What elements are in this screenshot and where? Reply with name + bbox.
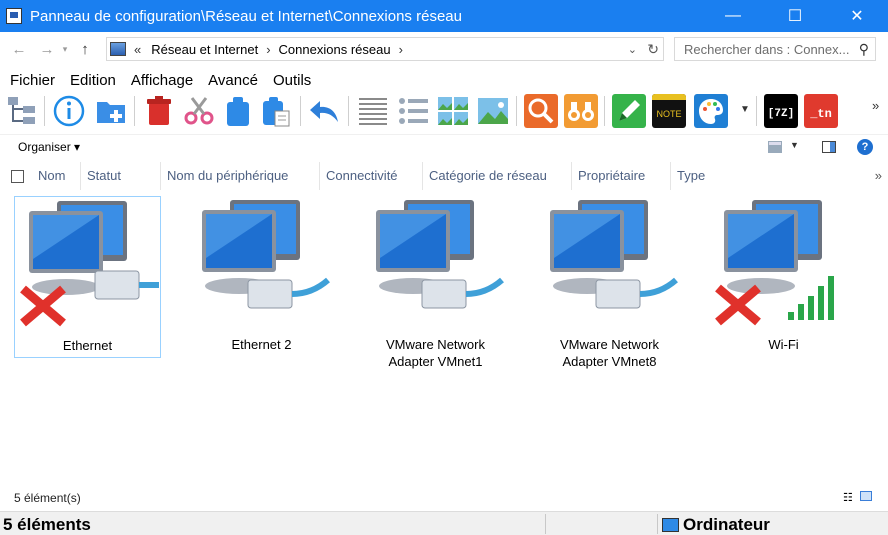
status-item-count: 5 éléments xyxy=(3,515,91,534)
terminal-icon[interactable]: _tn xyxy=(804,94,838,128)
help-icon[interactable]: ? xyxy=(857,139,873,155)
maximize-button[interactable]: ☐ xyxy=(764,0,826,32)
copy-icon[interactable] xyxy=(222,94,256,128)
menu-fichier[interactable]: Fichier xyxy=(10,72,55,89)
column-proprietaire[interactable]: Propriétaire xyxy=(571,162,645,190)
breadcrumb-network-internet[interactable]: Réseau et Internet xyxy=(151,42,258,57)
connection-ethernet-2[interactable]: Ethernet 2 xyxy=(188,196,335,358)
column-header: Nom Statut Nom du périphérique Connectiv… xyxy=(0,162,888,190)
connection-label: VMware Network Adapter VMnet8 xyxy=(560,337,659,369)
column-categorie-reseau[interactable]: Catégorie de réseau xyxy=(422,162,547,190)
search-files-icon[interactable] xyxy=(524,94,558,128)
column-statut[interactable]: Statut xyxy=(80,162,121,190)
control-panel-icon xyxy=(6,8,22,24)
breadcrumb-overflow[interactable]: « xyxy=(134,42,141,57)
7zip-icon[interactable]: [7Z] xyxy=(764,94,798,128)
connection-label: Wi-Fi xyxy=(768,337,799,352)
undo-icon[interactable] xyxy=(308,94,342,128)
menu-bar: Fichier Edition Affichage Avancé Outils xyxy=(0,68,316,92)
recent-dropdown-icon[interactable]: ▾ xyxy=(58,44,72,55)
breadcrumb-separator[interactable]: › xyxy=(399,42,403,57)
svg-text:_tn: _tn xyxy=(809,107,832,121)
window-title: Panneau de configuration\Réseau et Inter… xyxy=(30,7,462,25)
up-arrow-icon[interactable]: ↑ xyxy=(74,41,96,58)
connection-label: VMware Network Adapter VMnet1 xyxy=(386,337,485,369)
status-location-label: Ordinateur xyxy=(683,515,770,534)
item-count: 5 élément(s) xyxy=(14,491,81,505)
network-folder-icon xyxy=(110,42,126,56)
connection-label: Ethernet xyxy=(62,338,113,353)
network-adapter-icon xyxy=(376,200,504,309)
wifi-adapter-disconnected-icon xyxy=(715,200,834,326)
refresh-icon[interactable]: ↻ xyxy=(647,41,659,58)
search-input[interactable]: Rechercher dans : Connex... ⚲ xyxy=(674,37,876,61)
column-nom-peripherique[interactable]: Nom du périphérique xyxy=(160,162,288,190)
connection-vmnet8[interactable]: VMware Network Adapter VMnet8 xyxy=(536,196,683,369)
large-icons-view-icon[interactable] xyxy=(476,94,510,128)
connections-list: Ethernet Ethernet 2 VMware Network Adapt… xyxy=(0,196,888,456)
menu-affichage[interactable]: Affichage xyxy=(131,72,193,89)
connection-label: Ethernet 2 xyxy=(231,337,292,352)
edit-pen-icon[interactable] xyxy=(612,94,646,128)
network-adapter-icon xyxy=(202,200,330,309)
network-adapter-disconnected-icon xyxy=(20,201,159,327)
command-bar: Organiser ▾ ▼ ? xyxy=(0,134,888,160)
list-view-icon[interactable] xyxy=(396,94,430,128)
column-type[interactable]: Type xyxy=(670,162,705,190)
binoculars-icon[interactable] xyxy=(564,94,598,128)
menu-outils[interactable]: Outils xyxy=(273,72,311,89)
close-button[interactable]: ✕ xyxy=(826,0,888,32)
status-view-toggles: ☷ xyxy=(843,491,872,504)
navigation-bar: ← → ▾ ↑ « Réseau et Internet › Connexion… xyxy=(0,32,888,66)
minimize-button[interactable]: — xyxy=(702,0,764,32)
menu-avance[interactable]: Avancé xyxy=(208,72,258,89)
details-toggle-icon[interactable]: ☷ xyxy=(843,492,853,504)
preview-pane-icon[interactable] xyxy=(822,141,836,153)
change-view-icon[interactable] xyxy=(768,141,782,153)
connection-ethernet[interactable]: Ethernet xyxy=(14,196,161,358)
breadcrumb-separator[interactable]: › xyxy=(266,42,270,57)
search-icon[interactable]: ⚲ xyxy=(859,41,869,58)
more-columns-icon[interactable]: » xyxy=(875,162,882,190)
status-location: Ordinateur xyxy=(662,515,770,535)
small-icons-view-icon[interactable] xyxy=(436,94,470,128)
network-adapter-icon xyxy=(550,200,678,309)
back-arrow-icon[interactable]: ← xyxy=(8,41,30,58)
address-dropdown-icon[interactable]: ⌄ xyxy=(628,43,637,56)
computer-icon xyxy=(662,518,679,532)
details-view-icon[interactable] xyxy=(356,94,390,128)
view-dropdown-icon[interactable]: ▼ xyxy=(790,140,799,150)
cut-icon[interactable] xyxy=(182,94,216,128)
paste-icon[interactable] xyxy=(260,94,294,128)
title-bar: Panneau de configuration\Réseau et Inter… xyxy=(0,0,888,32)
breadcrumb-network-connections[interactable]: Connexions réseau xyxy=(279,42,391,57)
search-placeholder: Rechercher dans : Connex... xyxy=(684,41,850,57)
large-icons-toggle-icon[interactable] xyxy=(859,491,872,501)
svg-text:NOTE: NOTE xyxy=(656,109,681,119)
toolbar: NOTE ▼ [7Z] _tn » xyxy=(0,92,888,132)
note-icon[interactable]: NOTE xyxy=(652,94,686,128)
connection-vmnet1[interactable]: VMware Network Adapter VMnet1 xyxy=(362,196,509,369)
delete-icon[interactable] xyxy=(142,94,176,128)
svg-text:[7Z]: [7Z] xyxy=(768,108,794,120)
organize-button[interactable]: Organiser ▾ xyxy=(18,140,80,154)
menu-edition[interactable]: Edition xyxy=(70,72,116,89)
new-folder-icon[interactable] xyxy=(94,94,128,128)
connection-wifi[interactable]: Wi-Fi xyxy=(710,196,857,358)
toolbar-overflow-icon[interactable]: » xyxy=(872,98,879,113)
status-bar: 5 éléments Ordinateur xyxy=(0,511,888,535)
forward-arrow-icon[interactable]: → xyxy=(36,41,58,58)
column-nom[interactable]: Nom xyxy=(32,162,65,190)
palette-dropdown-icon[interactable]: ▼ xyxy=(740,104,750,115)
column-connectivite[interactable]: Connectivité xyxy=(319,162,398,190)
select-all-checkbox[interactable] xyxy=(11,170,24,183)
tree-view-icon[interactable] xyxy=(5,94,39,128)
palette-icon[interactable] xyxy=(694,94,728,128)
address-bar[interactable]: « Réseau et Internet › Connexions réseau… xyxy=(106,37,664,61)
info-icon[interactable] xyxy=(52,94,86,128)
